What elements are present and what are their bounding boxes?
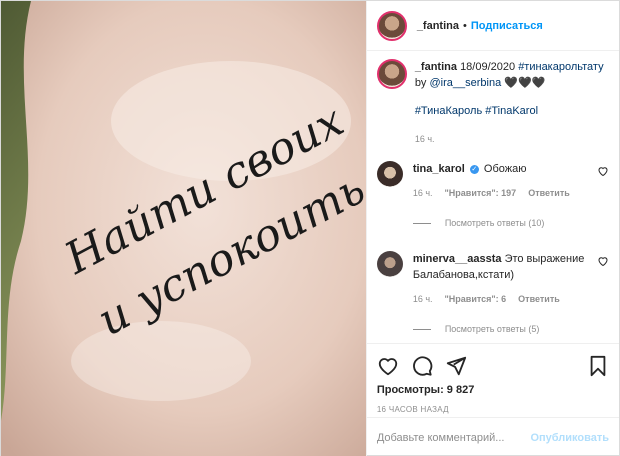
post-photo: Найти своих и успокоить <box>1 1 366 456</box>
views-count[interactable]: Просмотры: 9 827 <box>377 384 609 396</box>
caption-hearts: 🖤🖤🖤 <box>504 77 546 89</box>
comment-text: Обожаю <box>483 163 527 175</box>
caption-username[interactable]: _fantina <box>415 61 457 73</box>
view-replies-button[interactable]: Посмотреть ответы (10) <box>413 215 591 231</box>
publish-button[interactable]: Опубликовать <box>530 432 609 444</box>
caption-date: 18/09/2020 <box>460 61 516 73</box>
verified-icon: ✓ <box>469 164 479 174</box>
add-comment-bar: Опубликовать <box>366 417 619 456</box>
commenter-avatar[interactable] <box>376 251 403 277</box>
share-icon[interactable] <box>445 355 467 377</box>
separator-dot: • <box>463 19 467 32</box>
wrist-tattoo-image: Найти своих и успокоить <box>1 1 366 456</box>
avatar[interactable] <box>376 10 407 41</box>
instagram-post: Найти своих и успокоить _fantina • Подпи… <box>0 0 620 456</box>
reply-button[interactable]: Ответить <box>528 185 570 201</box>
commenter-avatar[interactable] <box>376 161 403 187</box>
comment-row: tina_karol ✓ Обожаю 16 ч. "Нравится": 19… <box>376 161 609 245</box>
comment-time: 16 ч. <box>412 294 433 304</box>
heart-icon[interactable] <box>597 165 609 177</box>
caption-time: 16 ч. <box>414 134 435 144</box>
comment-icon[interactable] <box>411 355 433 377</box>
caption-row: _fantina 18/09/2020 #тинакарольтату by @… <box>376 59 609 147</box>
follow-button[interactable]: Подписаться <box>471 20 543 32</box>
header-username[interactable]: _fantina <box>417 20 459 32</box>
post-timestamp: 16 ЧАСОВ НАЗАД <box>376 405 449 414</box>
comment-time: 16 ч. <box>412 188 433 198</box>
caption-mention[interactable]: @ira__serbina <box>430 77 502 89</box>
reply-button[interactable]: Ответить <box>518 291 560 307</box>
post-actions: Просмотры: 9 827 16 ЧАСОВ НАЗАД <box>366 343 619 414</box>
bookmark-icon[interactable] <box>587 355 609 377</box>
heart-icon[interactable] <box>597 255 609 267</box>
comment-likes[interactable]: "Нравится": 197 <box>445 185 517 201</box>
caption-by: by <box>414 77 427 89</box>
view-replies-button[interactable]: Посмотреть ответы (5) <box>413 321 591 337</box>
comments-list: _fantina 18/09/2020 #тинакарольтату by @… <box>367 59 619 345</box>
comment-row: minerva__aassta Это выражение Балабанова… <box>376 251 609 345</box>
post-sidebar: _fantina • Подписаться _fantina 18/09/20… <box>365 1 619 456</box>
caption-avatar[interactable] <box>376 59 407 89</box>
comment-input[interactable] <box>376 431 531 444</box>
comment-username[interactable]: minerva__aassta <box>413 253 502 265</box>
comment-likes[interactable]: "Нравится": 6 <box>445 291 507 307</box>
caption-hashtags[interactable]: #ТинаКароль #TinaKarol <box>415 103 609 119</box>
post-header: _fantina • Подписаться <box>366 1 619 51</box>
like-heart-icon[interactable] <box>377 355 399 377</box>
comment-username[interactable]: tina_karol <box>413 163 465 175</box>
caption-hashtag[interactable]: #тинакарольтату <box>518 61 603 73</box>
